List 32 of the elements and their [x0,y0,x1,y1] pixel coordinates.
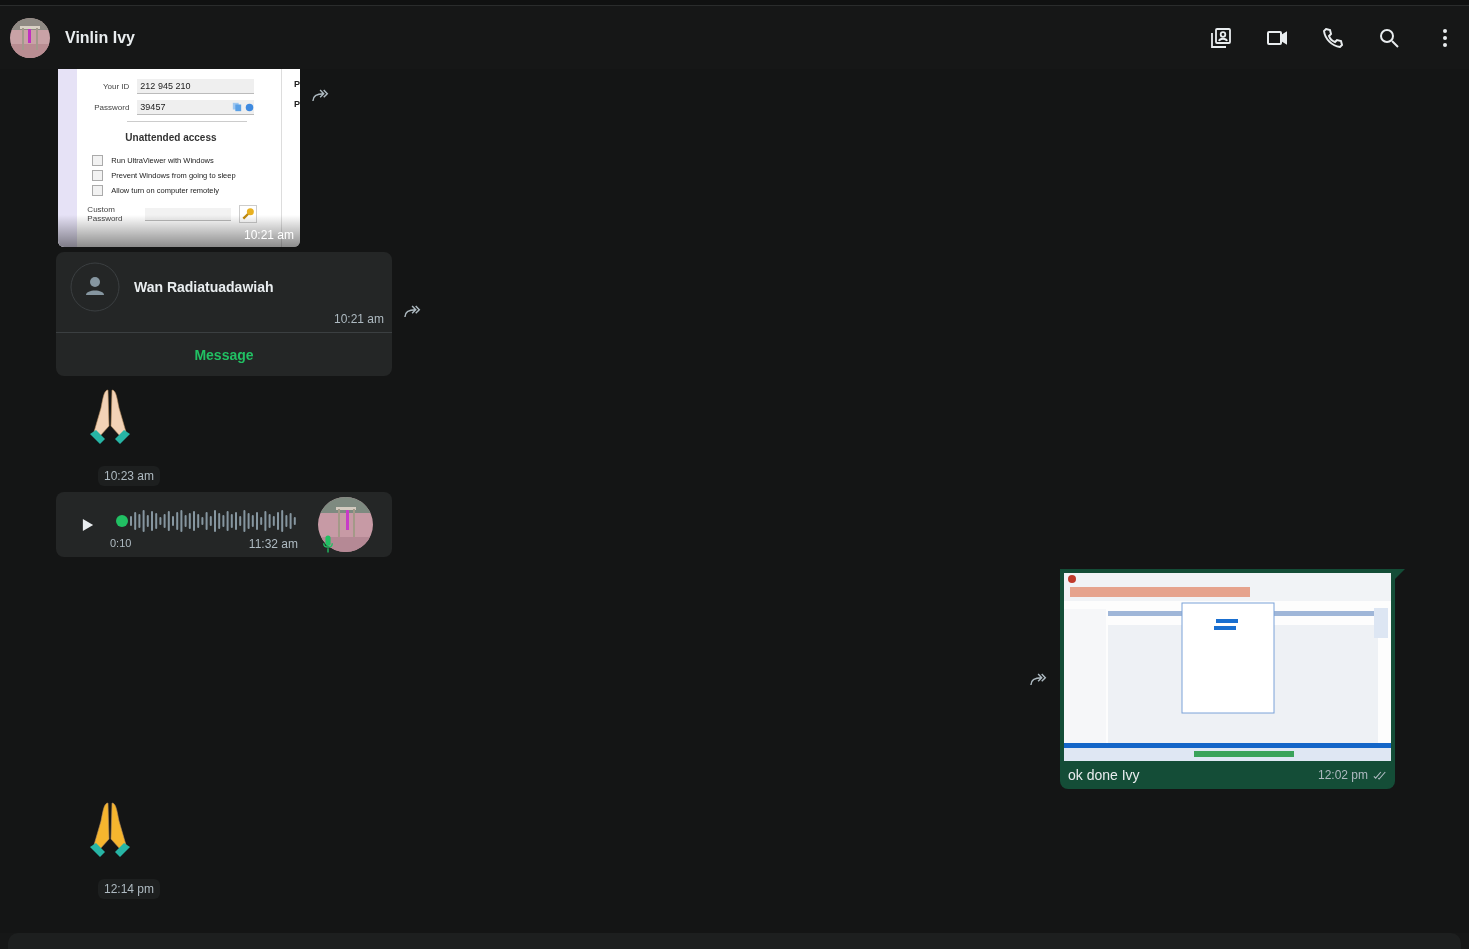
forward-icon[interactable] [404,305,422,318]
phone-icon[interactable] [1321,25,1345,50]
message-time: 12:14 pm [98,879,161,899]
message-bubble[interactable]: ok done Ivy 12:02 pm [1060,569,1395,789]
avatar-icon [70,262,120,312]
message-text: ok done Ivy [1068,767,1140,783]
message-time: 11:32 am [248,536,298,551]
screenshot-drawing[interactable] [1064,573,1391,761]
play-button[interactable] [82,517,94,532]
field-label: Custom Password [87,205,124,223]
copy-icon [232,102,243,112]
playhead-handle[interactable] [116,514,128,527]
message-time: 10:23 am [98,466,161,486]
contact-name: Wan Radiatuadawiah [134,279,274,295]
forward-icon[interactable] [1030,672,1048,686]
section-title: Unattended access [125,132,218,143]
field-label: Password [93,103,130,112]
microphone-icon [322,534,334,554]
message-button[interactable]: Message [56,332,392,376]
message-time: 10:21 am [333,312,385,328]
message-time: 10:21 am [243,228,294,242]
field-label: Your ID [101,82,130,91]
contact-card-icon[interactable] [1209,25,1233,50]
key-icon [239,205,258,223]
voice-duration: 0:10 [110,536,132,551]
forward-icon[interactable] [312,89,330,102]
message-time: 12:02 pm [1317,768,1368,782]
password-field: 39457 [137,100,255,115]
cut-label: P [294,99,300,109]
cut-label: P [294,79,300,89]
id-field: 212 945 210 [137,79,255,94]
contact-name[interactable]: Vinlin Ivy [65,28,135,47]
